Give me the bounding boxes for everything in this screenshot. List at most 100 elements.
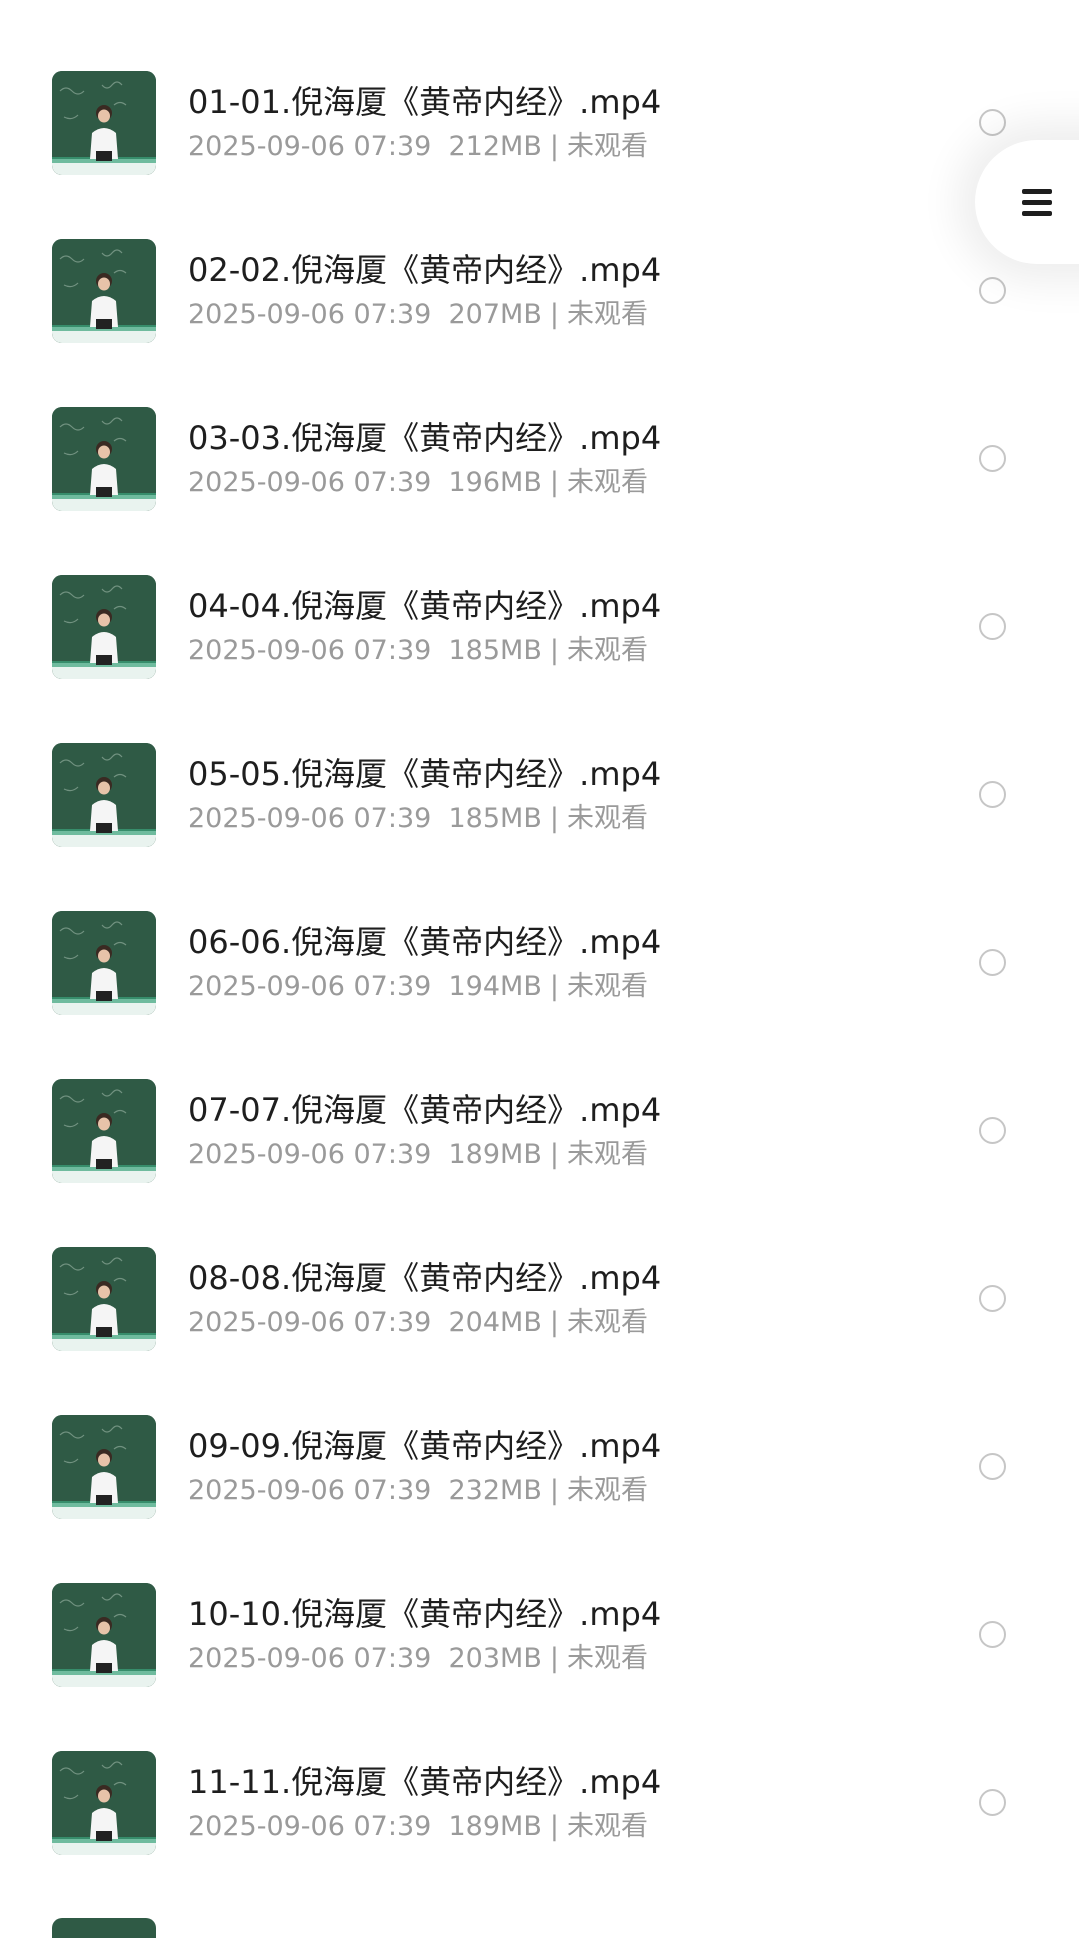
watch-status: 未观看 [566, 971, 648, 1002]
list-item[interactable]: 08-08.倪海厦《黄帝内经》.mp4 2025-09-06 07:39 204… [0, 1212, 1079, 1380]
video-thumbnail-icon [52, 239, 156, 343]
meta-separator: | [549, 467, 559, 498]
file-meta: 2025-09-06 07:39 212MB | 未观看 [188, 130, 648, 164]
next-row-thumbnail-partial [52, 1918, 156, 1938]
list-item[interactable]: 03-03.倪海厦《黄帝内经》.mp4 2025-09-06 07:39 196… [0, 372, 1079, 540]
file-size: 189MB [448, 1139, 542, 1170]
file-date: 2025-09-06 07:39 [188, 803, 432, 834]
file-date: 2025-09-06 07:39 [188, 1475, 432, 1506]
video-thumbnail-icon [52, 1751, 156, 1855]
file-name: 07-07.倪海厦《黄帝内经》.mp4 [188, 1091, 662, 1129]
file-meta: 2025-09-06 07:39 203MB | 未观看 [188, 1642, 648, 1676]
radio-circle-icon[interactable] [979, 949, 1006, 976]
file-date: 2025-09-06 07:39 [188, 971, 432, 1002]
meta-separator: | [549, 299, 559, 330]
file-meta: 2025-09-06 07:39 207MB | 未观看 [188, 298, 648, 332]
meta-separator: | [549, 1139, 559, 1170]
file-meta: 2025-09-06 07:39 189MB | 未观看 [188, 1810, 648, 1844]
file-name: 05-05.倪海厦《黄帝内经》.mp4 [188, 755, 662, 793]
watch-status: 未观看 [566, 1307, 648, 1338]
radio-circle-icon[interactable] [979, 445, 1006, 472]
list-item[interactable]: 01-01.倪海厦《黄帝内经》.mp4 2025-09-06 07:39 212… [0, 36, 1079, 204]
watch-status: 未观看 [566, 1475, 648, 1506]
meta-separator: | [549, 635, 559, 666]
radio-circle-icon[interactable] [979, 613, 1006, 640]
watch-status: 未观看 [566, 635, 648, 666]
watch-status: 未观看 [566, 131, 648, 162]
list-item[interactable]: 05-05.倪海厦《黄帝内经》.mp4 2025-09-06 07:39 185… [0, 708, 1079, 876]
video-thumbnail-icon [52, 1583, 156, 1687]
file-date: 2025-09-06 07:39 [188, 299, 432, 330]
file-date: 2025-09-06 07:39 [188, 1307, 432, 1338]
meta-separator: | [549, 971, 559, 1002]
video-thumbnail-icon [52, 743, 156, 847]
list-item[interactable]: 10-10.倪海厦《黄帝内经》.mp4 2025-09-06 07:39 203… [0, 1548, 1079, 1716]
list-item[interactable]: 04-04.倪海厦《黄帝内经》.mp4 2025-09-06 07:39 185… [0, 540, 1079, 708]
list-item[interactable]: 09-09.倪海厦《黄帝内经》.mp4 2025-09-06 07:39 232… [0, 1380, 1079, 1548]
video-thumbnail-icon [52, 575, 156, 679]
file-size: 207MB [448, 299, 542, 330]
list-item[interactable]: 11-11.倪海厦《黄帝内经》.mp4 2025-09-06 07:39 189… [0, 1716, 1079, 1884]
file-date: 2025-09-06 07:39 [188, 131, 432, 162]
file-meta: 2025-09-06 07:39 196MB | 未观看 [188, 466, 648, 500]
file-size: 204MB [448, 1307, 542, 1338]
radio-circle-icon[interactable] [979, 1117, 1006, 1144]
file-date: 2025-09-06 07:39 [188, 467, 432, 498]
meta-separator: | [549, 1811, 559, 1842]
file-meta: 2025-09-06 07:39 185MB | 未观看 [188, 802, 648, 836]
watch-status: 未观看 [566, 299, 648, 330]
file-size: 185MB [448, 803, 542, 834]
watch-status: 未观看 [566, 1811, 648, 1842]
watch-status: 未观看 [566, 803, 648, 834]
file-size: 203MB [448, 1643, 542, 1674]
list-item[interactable]: 07-07.倪海厦《黄帝内经》.mp4 2025-09-06 07:39 189… [0, 1044, 1079, 1212]
file-name: 10-10.倪海厦《黄帝内经》.mp4 [188, 1595, 662, 1633]
radio-circle-icon[interactable] [979, 1621, 1006, 1648]
file-size: 196MB [448, 467, 542, 498]
file-name: 04-04.倪海厦《黄帝内经》.mp4 [188, 587, 662, 625]
meta-separator: | [549, 1643, 559, 1674]
watch-status: 未观看 [566, 1139, 648, 1170]
video-thumbnail-icon [52, 71, 156, 175]
file-meta: 2025-09-06 07:39 185MB | 未观看 [188, 634, 648, 668]
file-size: 232MB [448, 1475, 542, 1506]
video-thumbnail-icon [52, 407, 156, 511]
video-file-list: 01-01.倪海厦《黄帝内经》.mp4 2025-09-06 07:39 212… [0, 36, 1079, 1884]
meta-separator: | [549, 131, 559, 162]
file-size: 212MB [448, 131, 542, 162]
radio-circle-icon[interactable] [979, 781, 1006, 808]
file-name: 06-06.倪海厦《黄帝内经》.mp4 [188, 923, 662, 961]
meta-separator: | [549, 1475, 559, 1506]
file-name: 11-11.倪海厦《黄帝内经》.mp4 [188, 1763, 662, 1801]
video-thumbnail-icon [52, 911, 156, 1015]
meta-separator: | [549, 1307, 559, 1338]
video-thumbnail-icon [52, 1415, 156, 1519]
hamburger-menu-icon [1022, 187, 1052, 217]
top-toolbar-partial [900, 0, 1020, 4]
radio-circle-icon[interactable] [979, 1453, 1006, 1480]
file-date: 2025-09-06 07:39 [188, 1643, 432, 1674]
file-size: 194MB [448, 971, 542, 1002]
watch-status: 未观看 [566, 467, 648, 498]
file-name: 09-09.倪海厦《黄帝内经》.mp4 [188, 1427, 662, 1465]
file-date: 2025-09-06 07:39 [188, 1139, 432, 1170]
radio-circle-icon[interactable] [979, 1789, 1006, 1816]
file-meta: 2025-09-06 07:39 194MB | 未观看 [188, 970, 648, 1004]
video-thumbnail-icon [52, 1079, 156, 1183]
file-name: 03-03.倪海厦《黄帝内经》.mp4 [188, 419, 662, 457]
list-item[interactable]: 06-06.倪海厦《黄帝内经》.mp4 2025-09-06 07:39 194… [0, 876, 1079, 1044]
file-date: 2025-09-06 07:39 [188, 635, 432, 666]
meta-separator: | [549, 803, 559, 834]
list-item[interactable]: 02-02.倪海厦《黄帝内经》.mp4 2025-09-06 07:39 207… [0, 204, 1079, 372]
radio-circle-icon[interactable] [979, 277, 1006, 304]
file-date: 2025-09-06 07:39 [188, 1811, 432, 1842]
file-name: 02-02.倪海厦《黄帝内经》.mp4 [188, 251, 662, 289]
radio-circle-icon[interactable] [979, 109, 1006, 136]
file-name: 01-01.倪海厦《黄帝内经》.mp4 [188, 83, 662, 121]
file-size: 189MB [448, 1811, 542, 1842]
file-meta: 2025-09-06 07:39 189MB | 未观看 [188, 1138, 648, 1172]
radio-circle-icon[interactable] [979, 1285, 1006, 1312]
file-name: 08-08.倪海厦《黄帝内经》.mp4 [188, 1259, 662, 1297]
file-size: 185MB [448, 635, 542, 666]
file-meta: 2025-09-06 07:39 204MB | 未观看 [188, 1306, 648, 1340]
